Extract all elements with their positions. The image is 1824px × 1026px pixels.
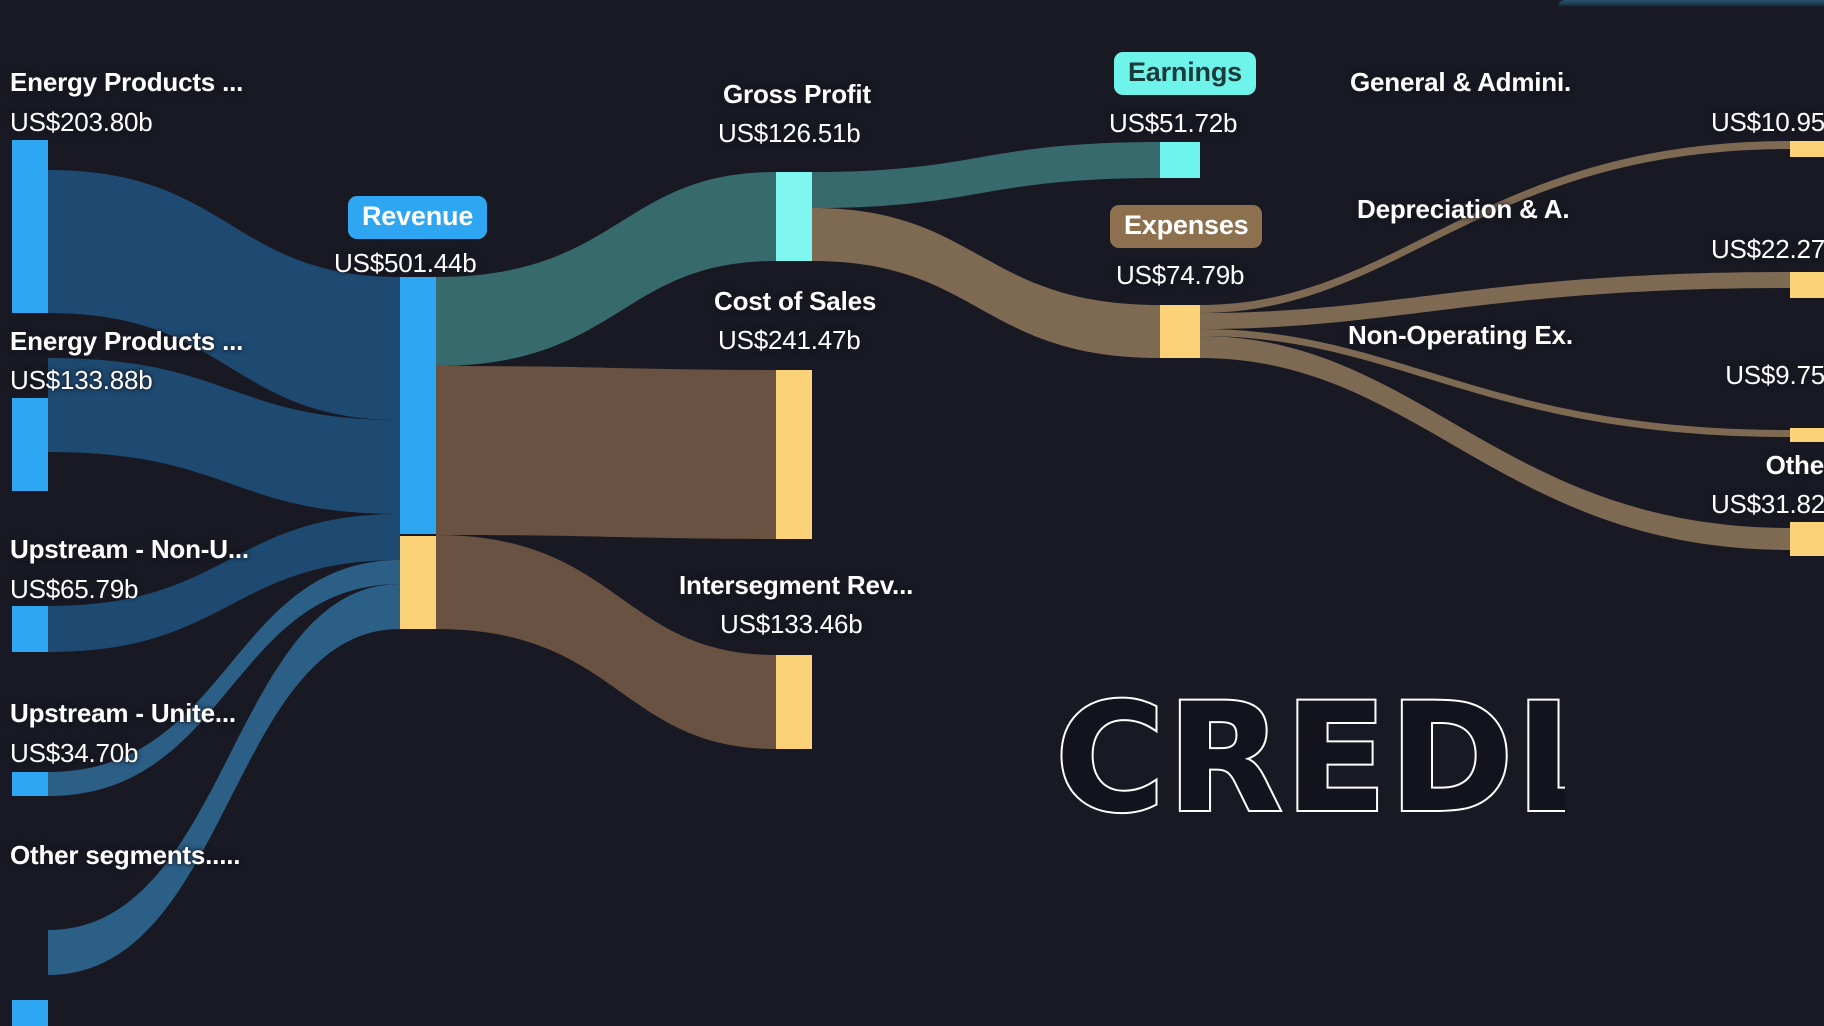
node-bar-other-expense[interactable]: [1790, 522, 1824, 556]
sankey-chart-canvas: Energy Products ... US$203.80b Energy Pr…: [0, 0, 1824, 1026]
node-bar-depreciation[interactable]: [1790, 272, 1824, 298]
node-bar-gross-profit[interactable]: [776, 172, 812, 261]
sankey-flow-graphic: [12, 140, 1824, 1026]
node-bar-cost-of-sales[interactable]: [776, 370, 812, 539]
link-revenue-to-intersegment-rev: [436, 535, 776, 749]
link-revenue-to-cost-of-sales: [436, 366, 776, 539]
links-sources-to-revenue: [48, 170, 400, 975]
source-node-bars: [12, 140, 48, 1026]
link-gross-profit-to-earnings: [812, 142, 1160, 208]
links-expenses-to-breakdown: [1200, 141, 1790, 550]
node-bar-upstream-non-us[interactable]: [12, 606, 48, 652]
node-badge-expenses[interactable]: Expenses: [1110, 205, 1263, 249]
node-bar-earnings[interactable]: [1160, 142, 1200, 178]
link-gross-profit-to-expenses: [812, 208, 1160, 358]
node-bar-energy-products-1[interactable]: [12, 140, 48, 313]
node-bar-non-operating[interactable]: [1790, 428, 1824, 442]
revenue-node-bar-group: [400, 277, 436, 629]
link-revenue-to-gross-profit: [436, 172, 776, 366]
links-revenue-to-outputs: [436, 172, 776, 749]
node-badge-revenue[interactable]: Revenue: [348, 196, 488, 240]
node-badge-earnings[interactable]: Earnings: [1114, 52, 1256, 96]
result-node-bars: [1160, 142, 1200, 358]
node-bar-other-segments[interactable]: [12, 1000, 48, 1026]
node-bar-upstream-united[interactable]: [12, 772, 48, 796]
node-bar-intersegment-rev[interactable]: [776, 655, 812, 749]
middle-node-bars: [776, 172, 812, 749]
node-bar-general-admin[interactable]: [1790, 141, 1824, 157]
link-expenses-to-other: [1200, 336, 1790, 550]
node-bar-energy-products-2[interactable]: [12, 398, 48, 491]
links-gross-profit-to-results: [812, 142, 1160, 358]
node-bar-revenue-inflow[interactable]: [400, 277, 436, 534]
expense-breakdown-node-bars: [1790, 141, 1824, 556]
node-bar-expenses[interactable]: [1160, 305, 1200, 358]
node-bar-revenue-outflow[interactable]: [400, 536, 436, 629]
link-expenses-to-non-operating: [1200, 329, 1790, 437]
